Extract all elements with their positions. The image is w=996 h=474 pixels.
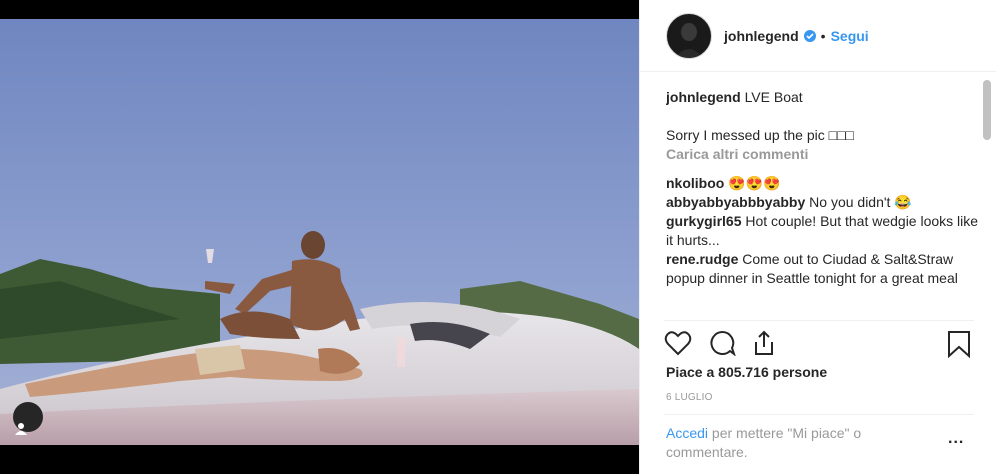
comment-username[interactable]: rene.rudge xyxy=(666,251,738,267)
login-prompt: Accedi per mettere "Mi piace" o commenta… xyxy=(666,424,916,462)
comment-username[interactable]: abbyabbyabbbyabby xyxy=(666,194,805,210)
more-options-button[interactable]: ... xyxy=(948,430,964,448)
load-more-comments[interactable]: Carica altri commenti xyxy=(666,145,984,164)
list-item: rene.rudge Come out to Ciudad & Salt&Str… xyxy=(666,250,984,288)
author-username[interactable]: johnlegend xyxy=(724,28,799,44)
divider xyxy=(664,414,974,415)
list-item: abbyabbyabbbyabby No you didn't 😂 xyxy=(666,193,984,212)
post-header: johnlegend • Segui xyxy=(640,0,996,72)
login-link[interactable]: Accedi xyxy=(666,425,708,441)
separator-dot: • xyxy=(820,27,826,44)
comments-scrollbar[interactable] xyxy=(983,80,991,140)
post-photo[interactable] xyxy=(0,0,639,474)
boat-photo-image xyxy=(0,19,639,445)
share-icon[interactable] xyxy=(750,330,778,361)
list-item: gurkygirl65 Hot couple! But that wedgie … xyxy=(666,212,984,250)
caption-username[interactable]: johnlegend xyxy=(666,89,741,105)
bookmark-icon[interactable] xyxy=(946,330,972,363)
divider xyxy=(664,320,974,321)
avatar[interactable] xyxy=(666,12,712,59)
comment-text: No you didn't 😂 xyxy=(809,194,912,210)
verified-badge-icon xyxy=(803,29,816,42)
post-side-panel: johnlegend • Segui johnlegend LVE Boat S… xyxy=(639,0,996,474)
caption: johnlegend LVE Boat xyxy=(666,88,984,107)
follow-button[interactable]: Segui xyxy=(831,28,869,44)
heart-icon[interactable] xyxy=(664,330,692,361)
action-bar xyxy=(664,328,974,360)
caption-extra: Sorry I messed up the pic □□□ xyxy=(666,127,854,143)
list-item: nkoliboo 😍😍😍 xyxy=(666,174,984,193)
likes-count[interactable]: Piace a 805.716 persone xyxy=(666,364,827,380)
comment-icon[interactable] xyxy=(708,330,736,361)
post-date: 6 LUGLIO xyxy=(666,392,713,403)
user-tag-icon[interactable] xyxy=(13,402,43,435)
comment-username[interactable]: gurkygirl65 xyxy=(666,213,741,229)
comments-list: johnlegend LVE Boat Sorry I messed up th… xyxy=(666,88,984,316)
comment-text: 😍😍😍 xyxy=(728,175,781,191)
comment-username[interactable]: nkoliboo xyxy=(666,175,724,191)
caption-text: LVE Boat xyxy=(744,89,803,105)
